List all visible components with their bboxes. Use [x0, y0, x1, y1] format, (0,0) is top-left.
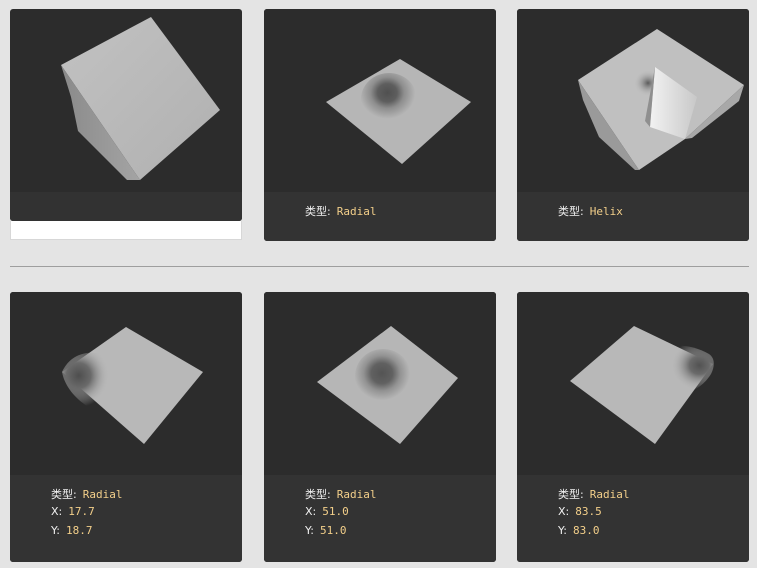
info-row-x: X: 17.7 — [51, 505, 95, 518]
info-row-y: Y: 51.0 — [305, 524, 346, 537]
x-label: X: — [305, 505, 317, 518]
radial-surface-render — [62, 327, 203, 444]
preview-card-3[interactable]: 类型: Helix — [517, 9, 749, 241]
3d-viewport[interactable] — [517, 9, 749, 192]
y-label: Y: — [558, 524, 567, 537]
type-value: Helix — [589, 205, 623, 218]
info-row-y: Y: 18.7 — [51, 524, 92, 537]
info-row-type: 类型: Helix — [558, 203, 623, 219]
3d-viewport[interactable] — [10, 9, 242, 221]
x-value: 51.0 — [322, 505, 349, 518]
preview-card-5[interactable]: 类型: Radial X: 51.0 Y: 51.0 — [264, 292, 496, 562]
section-divider — [10, 266, 749, 267]
y-value: 18.7 — [65, 524, 93, 537]
info-panel: 类型: Radial — [264, 192, 496, 241]
gallery: 类型: Radial 类型: Helix 类型: Radial X: 17.7 … — [0, 0, 757, 568]
info-row-x: X: 83.5 — [558, 505, 602, 518]
y-value: 51.0 — [319, 524, 347, 537]
footer-strip — [10, 221, 242, 240]
type-label: 类型: — [558, 488, 584, 501]
info-row-type: 类型: Radial — [305, 486, 376, 502]
info-panel: 类型: Helix — [517, 192, 749, 241]
x-value: 83.5 — [575, 505, 602, 518]
radial-surface-render — [570, 326, 714, 444]
3d-viewport[interactable] — [264, 292, 496, 475]
y-value: 83.0 — [572, 524, 600, 537]
info-panel: 类型: Radial X: 17.7 Y: 18.7 — [10, 475, 242, 562]
type-label: 类型: — [305, 205, 331, 218]
preview-card-6[interactable]: 类型: Radial X: 83.5 Y: 83.0 — [517, 292, 749, 562]
info-panel — [10, 192, 242, 221]
y-label: Y: — [305, 524, 314, 537]
info-panel: 类型: Radial X: 83.5 Y: 83.0 — [517, 475, 749, 562]
type-value: Radial — [336, 488, 377, 501]
x-label: X: — [51, 505, 63, 518]
info-row-x: X: 51.0 — [305, 505, 349, 518]
radial-surface-render — [317, 326, 458, 444]
3d-viewport[interactable] — [517, 292, 749, 475]
type-value: Radial — [336, 205, 377, 218]
preview-card-2[interactable]: 类型: Radial — [264, 9, 496, 241]
box-surface-render — [61, 17, 220, 180]
info-panel: 类型: Radial X: 51.0 Y: 51.0 — [264, 475, 496, 562]
info-row-y: Y: 83.0 — [558, 524, 599, 537]
3d-viewport[interactable] — [264, 9, 496, 192]
type-label: 类型: — [305, 488, 331, 501]
info-row-type: 类型: Radial — [305, 203, 376, 219]
radial-surface-render — [326, 59, 471, 164]
3d-viewport[interactable] — [10, 292, 242, 475]
preview-card-1[interactable] — [10, 9, 242, 241]
type-label: 类型: — [558, 205, 584, 218]
type-value: Radial — [82, 488, 123, 501]
info-row-type: 类型: Radial — [51, 486, 122, 502]
preview-card-4[interactable]: 类型: Radial X: 17.7 Y: 18.7 — [10, 292, 242, 562]
x-value: 17.7 — [68, 505, 95, 518]
type-value: Radial — [589, 488, 630, 501]
x-label: X: — [558, 505, 570, 518]
helix-surface-render — [578, 29, 744, 170]
y-label: Y: — [51, 524, 60, 537]
type-label: 类型: — [51, 488, 77, 501]
info-row-type: 类型: Radial — [558, 486, 629, 502]
